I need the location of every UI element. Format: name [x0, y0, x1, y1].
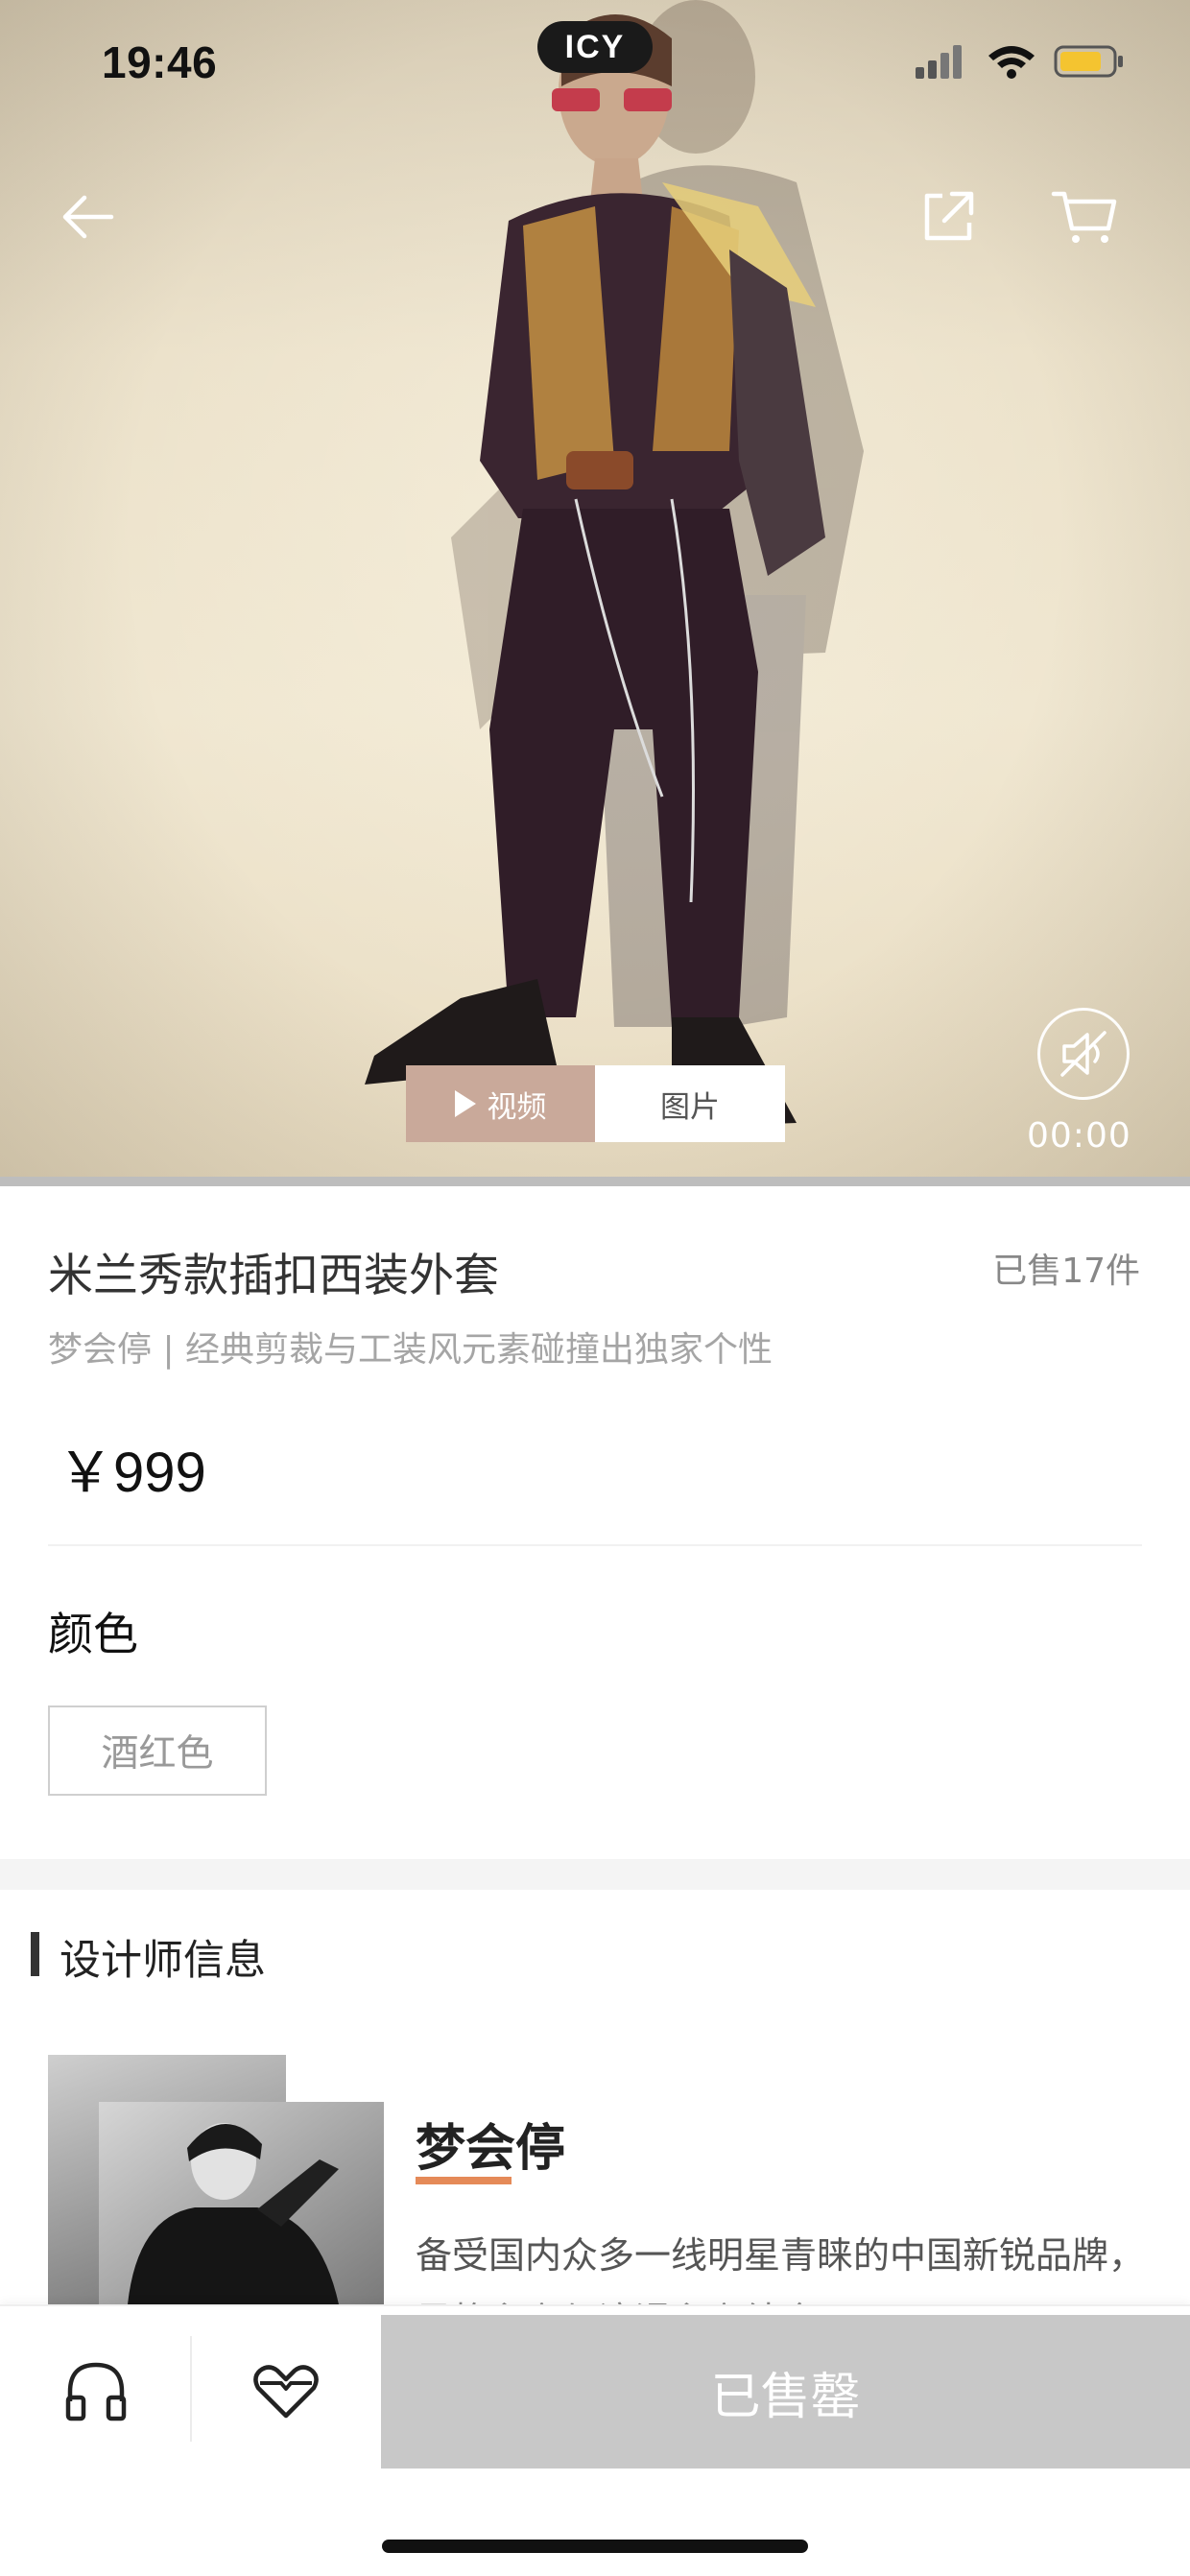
share-icon [924, 191, 974, 241]
heart-icon [253, 2365, 319, 2419]
mute-button[interactable] [1037, 1008, 1130, 1100]
product-model-image [365, 0, 864, 1128]
designer-section-title: 设计师信息 [60, 1937, 266, 1985]
tab-photo-label: 图片 [660, 1089, 720, 1125]
status-icons [916, 42, 1127, 81]
color-label: 颜色 [48, 1609, 138, 1661]
headphones-icon [65, 2362, 127, 2421]
product-title: 米兰秀款插扣西装外套 [48, 1250, 499, 1302]
play-icon [454, 1090, 476, 1117]
product-media-viewer[interactable] [0, 0, 1190, 1186]
designer-name: 梦会停 [416, 2120, 566, 2178]
battery-icon [1054, 45, 1123, 78]
wifi-icon [988, 46, 1035, 79]
sold-count: 已售17件 [992, 1252, 1140, 1291]
bottom-bar-divider [190, 2336, 192, 2442]
section-marker [31, 1932, 39, 1976]
status-time: 19:46 [102, 37, 218, 87]
media-tabs: 视频 图片 [406, 1065, 785, 1142]
back-arrow-icon [62, 195, 114, 239]
designer-avatar[interactable] [99, 2102, 384, 2304]
signal-icon [916, 45, 962, 79]
sold-out-button[interactable]: 已售罄 [381, 2315, 1190, 2469]
designer-name-underline [416, 2177, 512, 2184]
product-subtitle: 梦会停 | 经典剪裁与工装风元素碰撞出独家个性 [48, 1330, 774, 1370]
product-price: ￥999 [58, 1442, 206, 1504]
dynamic-island-pill: ICY [537, 21, 653, 73]
favorite-button[interactable] [209, 2333, 363, 2448]
color-option-wine-red[interactable]: 酒红色 [48, 1705, 267, 1796]
cart-button[interactable] [1046, 179, 1123, 255]
back-button[interactable] [48, 179, 125, 255]
tab-video[interactable]: 视频 [406, 1065, 595, 1142]
customer-service-button[interactable] [19, 2333, 173, 2448]
section-separator [0, 1859, 1190, 1890]
tab-photo[interactable]: 图片 [595, 1065, 785, 1142]
share-button[interactable] [910, 179, 987, 255]
designer-bio: 备受国内众多一线明星青睐的中国新锐品牌， [416, 2234, 1146, 2277]
cart-icon [1051, 191, 1117, 243]
video-time: 00:00 [1027, 1116, 1131, 1156]
designer-portrait-image [99, 2102, 384, 2304]
divider [48, 1544, 1142, 1546]
home-indicator [382, 2540, 808, 2553]
tab-video-label: 视频 [487, 1089, 547, 1125]
mute-icon [1060, 1031, 1107, 1077]
media-progress-track [0, 1177, 1190, 1186]
